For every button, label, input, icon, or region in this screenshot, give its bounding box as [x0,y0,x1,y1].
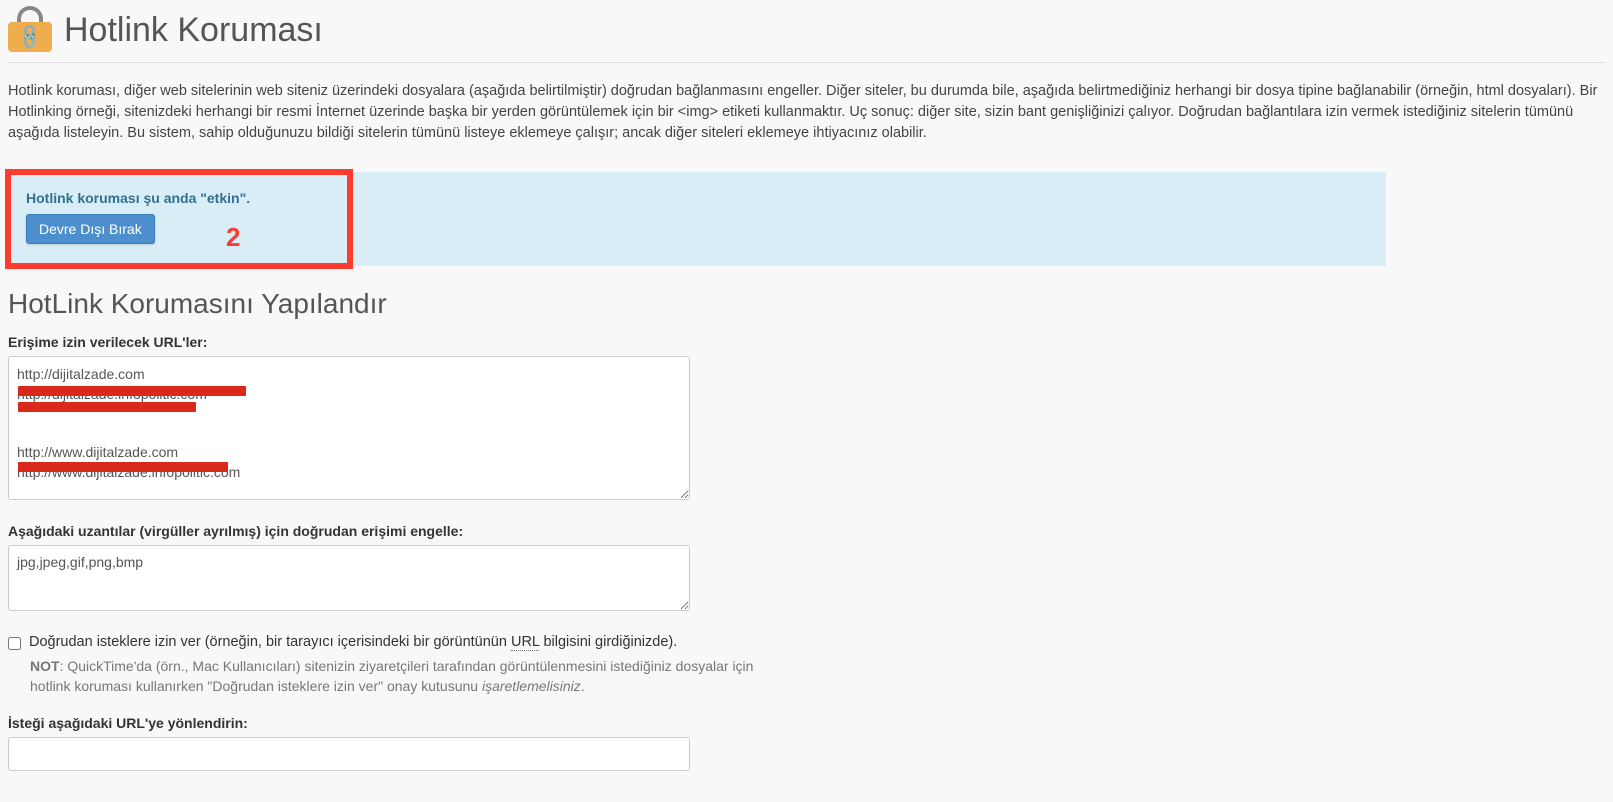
allow-direct-checkbox[interactable] [8,637,21,650]
allowed-urls-textarea[interactable] [8,356,690,500]
page-title: Hotlink Koruması [64,11,323,50]
status-text: Hotlink koruması şu anda "etkin". [26,190,1368,206]
label-text-post: bilgisini girdiğinizde). [539,634,677,650]
page-header: 🔗 Hotlink Koruması [8,8,1605,63]
allow-direct-note: NOT: QuickTime'da (örn., Mac Kullanıcıla… [30,656,790,697]
direct-requests-group: Doğrudan isteklere izin ver (örneğin, bi… [8,634,1605,697]
note-body: : QuickTime'da (örn., Mac Kullanıcıları)… [30,658,753,694]
label-text-pre: Doğrudan isteklere izin ver (örneğin, bi… [29,634,511,650]
status-alert: 2 Hotlink koruması şu anda "etkin". Devr… [8,172,1386,266]
intro-description: Hotlink koruması, diğer web sitelerinin … [8,81,1605,144]
allow-direct-label: Doğrudan isteklere izin ver (örneğin, bi… [29,634,677,650]
redirect-input[interactable] [8,737,690,771]
redirect-group: İsteği aşağıdaki URL'ye yönlendirin: [8,715,1605,771]
disable-button[interactable]: Devre Dışı Bırak [26,214,155,244]
note-em: işaretlemelisiniz [482,678,581,694]
allowed-urls-group: Erişime izin verilecek URL'ler: [8,334,1605,505]
annotation-number: 2 [226,222,240,253]
note-bold: NOT [30,658,60,674]
block-extensions-group: Aşağıdaki uzantılar (virgüller ayrılmış)… [8,523,1605,616]
redaction-bar [18,386,246,396]
allowed-urls-label: Erişime izin verilecek URL'ler: [8,334,1605,350]
lock-link-icon: 🔗 [8,8,52,52]
block-extensions-label: Aşağıdaki uzantılar (virgüller ayrılmış)… [8,523,1605,539]
redaction-bar [18,462,228,472]
configure-title: HotLink Korumasını Yapılandır [8,288,1605,320]
redaction-bar [18,402,196,412]
block-extensions-textarea[interactable] [8,545,690,611]
label-url: URL [511,634,539,651]
redirect-label: İsteği aşağıdaki URL'ye yönlendirin: [8,715,1605,731]
